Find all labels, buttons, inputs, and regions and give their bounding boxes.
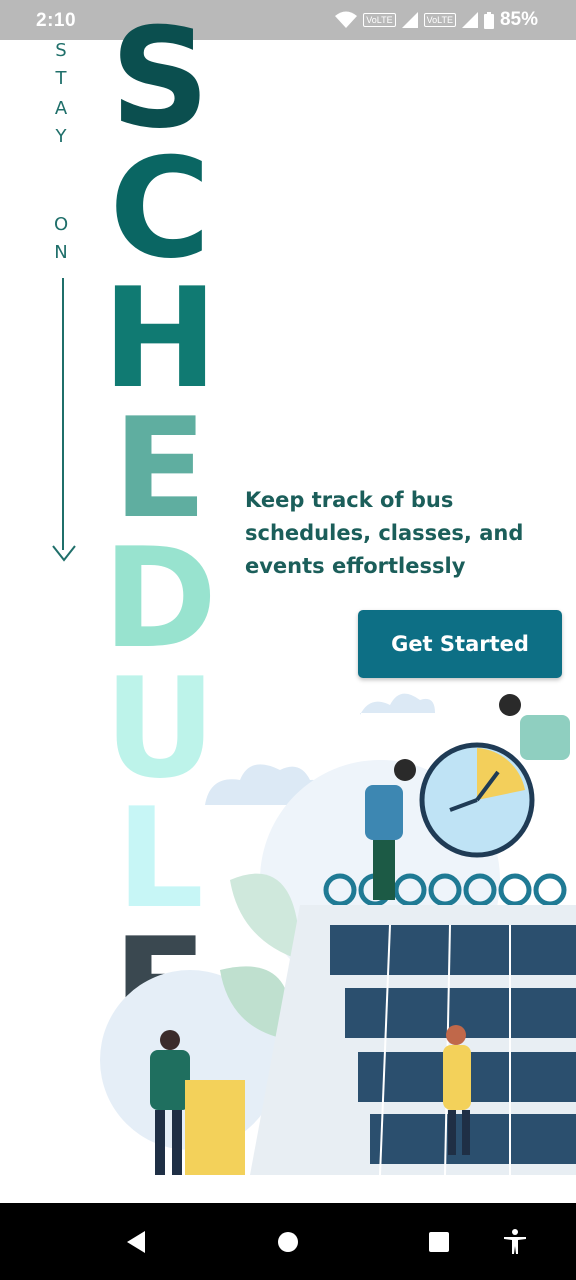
- title-letter: C: [109, 128, 211, 289]
- down-arrow-line: [62, 278, 64, 550]
- status-icons: VoLTE VoLTE 85%: [335, 9, 538, 31]
- schedule-illustration: [100, 693, 576, 1176]
- accessibility-button[interactable]: [495, 1225, 535, 1259]
- volte-badge-2: VoLTE: [423, 13, 456, 27]
- side-letter: Y: [55, 126, 67, 147]
- side-letter: T: [55, 68, 67, 89]
- chevron-down-icon: [52, 545, 76, 562]
- title-letter: S: [110, 0, 210, 159]
- tagline: Keep track of bus schedules, classes, an…: [245, 488, 524, 578]
- side-letter: O: [54, 214, 69, 235]
- volte-badge: VoLTE: [363, 13, 396, 27]
- side-letter: S: [55, 40, 67, 61]
- status-bar: 2:10 VoLTE VoLTE 85%: [0, 0, 576, 40]
- side-letter: A: [54, 98, 68, 119]
- title-letter: E: [112, 388, 208, 549]
- accessibility-icon: [504, 1229, 526, 1254]
- status-time: 2:10: [36, 10, 77, 31]
- recents-button[interactable]: [419, 1225, 459, 1259]
- title-letter: H: [102, 258, 218, 419]
- back-button[interactable]: [116, 1225, 156, 1259]
- signal-icon: [401, 12, 418, 28]
- wifi-icon: [335, 11, 358, 28]
- home-icon: [278, 1232, 298, 1252]
- back-icon: [127, 1231, 145, 1253]
- home-button[interactable]: [268, 1225, 308, 1259]
- system-nav-bar: [0, 1203, 576, 1280]
- get-started-button[interactable]: Get Started: [358, 610, 562, 678]
- recents-icon: [429, 1232, 449, 1252]
- battery-percent: 85%: [499, 9, 538, 30]
- battery-icon: [483, 11, 494, 29]
- signal-icon-2: [461, 12, 478, 28]
- title-letter: D: [102, 518, 218, 679]
- side-letter: N: [54, 242, 68, 263]
